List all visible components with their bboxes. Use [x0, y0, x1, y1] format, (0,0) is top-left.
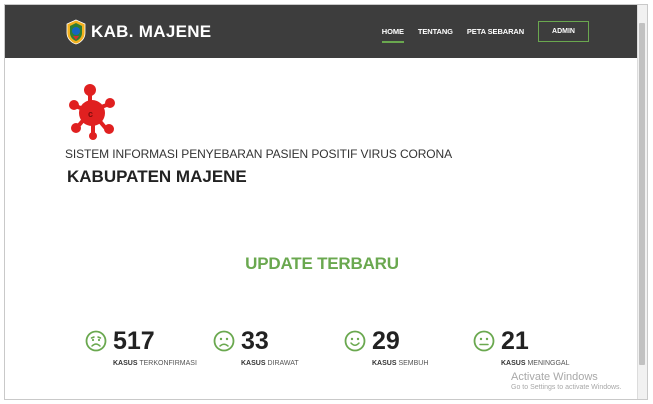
stat-label-rest: DIRAWAT — [267, 360, 299, 367]
stat-label: KASUS TERKONFIRMASI — [85, 360, 197, 367]
stat-confirmed: 517 KASUS TERKONFIRMASI — [85, 325, 197, 377]
stat-label-bold: KASUS — [501, 360, 526, 367]
stat-recovered: 29 KASUS SEMBUH — [344, 325, 428, 377]
brand[interactable]: KAB. MAJENE — [65, 18, 211, 46]
update-section-title: UPDATE TERBARU — [245, 254, 399, 273]
stat-value: 21 — [501, 327, 529, 355]
activate-windows-watermark: Activate Windows Go to Settings to activ… — [511, 371, 622, 391]
brand-name: KAB. MAJENE — [91, 22, 212, 41]
stat-label-bold: KASUS — [372, 360, 397, 367]
stat-treated: 33 KASUS DIRAWAT — [213, 325, 299, 377]
stat-label: KASUS SEMBUH — [344, 360, 428, 367]
kabupaten-emblem-icon — [66, 19, 86, 45]
svg-text:c: c — [88, 109, 93, 119]
stat-value: 33 — [241, 327, 269, 355]
neutral-face-icon — [473, 330, 495, 352]
stat-deceased: 21 KASUS MENINGGAL — [473, 325, 569, 377]
watermark-subtitle: Go to Settings to activate Windows. — [511, 384, 622, 391]
nav-peta-sebaran[interactable]: PETA SEBARAN — [467, 23, 524, 40]
admin-button[interactable]: ADMIN — [538, 21, 589, 42]
sad-face-icon — [213, 330, 235, 352]
main-nav: HOME TENTANG PETA SEBARAN ADMIN — [368, 5, 589, 58]
smile-face-icon — [344, 330, 366, 352]
worried-face-icon — [85, 330, 107, 352]
watermark-title: Activate Windows — [511, 371, 598, 383]
stat-label-rest: TERKONFIRMASI — [139, 360, 197, 367]
top-navbar: KAB. MAJENE HOME TENTANG PETA SEBARAN AD… — [5, 5, 639, 58]
nav-home[interactable]: HOME — [381, 23, 405, 43]
stat-label-rest: MENINGGAL — [527, 360, 570, 367]
nav-tentang[interactable]: TENTANG — [418, 23, 453, 40]
stat-value: 517 — [113, 327, 155, 355]
scrollbar-thumb[interactable] — [639, 23, 645, 365]
browser-viewport: KAB. MAJENE HOME TENTANG PETA SEBARAN AD… — [4, 4, 648, 400]
hero-title: KABUPATEN MAJENE — [67, 167, 247, 186]
stat-label-rest: SEMBUH — [398, 360, 429, 367]
stat-label: KASUS MENINGGAL — [473, 360, 569, 367]
hero-subtitle: SISTEM INFORMASI PENYEBARAN PASIEN POSIT… — [65, 147, 453, 161]
stat-label-bold: KASUS — [241, 360, 266, 367]
stat-label: KASUS DIRAWAT — [213, 360, 299, 367]
stat-label-bold: KASUS — [113, 360, 138, 367]
coronavirus-icon: c — [69, 84, 115, 140]
stat-value: 29 — [372, 327, 400, 355]
vertical-scrollbar[interactable] — [637, 5, 647, 399]
